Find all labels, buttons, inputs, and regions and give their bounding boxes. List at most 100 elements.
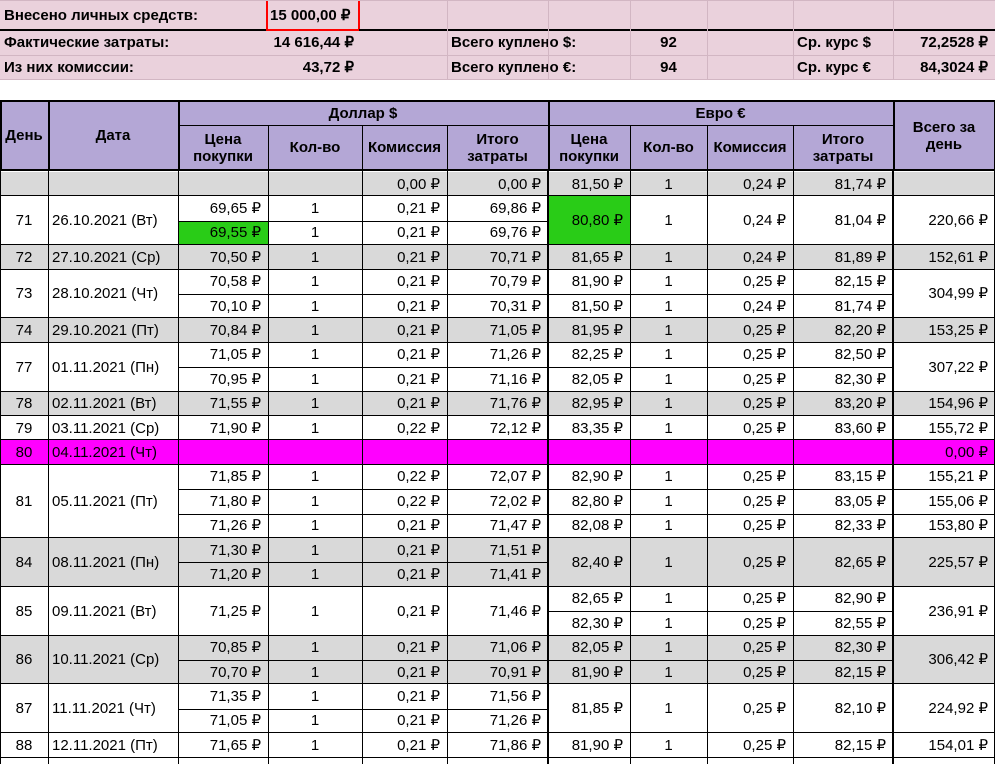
- grid-line: [447, 125, 448, 170]
- usd-commission: 0,21 ₽: [362, 684, 447, 709]
- grid-line: [362, 125, 363, 170]
- eur-price: 81,65 ₽: [548, 245, 630, 270]
- eur-qty: 1: [630, 367, 707, 392]
- grid-line: [0, 169, 995, 171]
- usd-qty: 1: [268, 220, 362, 246]
- eur-price: 82,08 ₽: [548, 513, 630, 538]
- header-day-total: Всего за день: [912, 118, 976, 153]
- grid-line: [266, 0, 268, 30]
- header-date: Дата: [95, 127, 131, 144]
- usd-qty: 1: [268, 416, 362, 441]
- eur-commission: 0,25 ₽: [707, 733, 793, 758]
- eur-commission: 0,25 ₽: [707, 538, 793, 587]
- eur-qty: 1: [630, 464, 707, 490]
- grid-line: [793, 125, 794, 170]
- eur-qty: 1: [630, 611, 707, 636]
- cell-day: 79: [0, 416, 48, 441]
- usd-total: 70,31 ₽: [447, 294, 548, 319]
- eur-rate-label: Ср. курс €: [797, 59, 871, 76]
- usd-total: 69,76 ₽: [447, 220, 548, 246]
- grid-line: [178, 294, 548, 295]
- grid-line: [178, 660, 548, 661]
- usd-price: 69,55 ₽: [178, 220, 268, 246]
- grid-line: [548, 367, 893, 368]
- cell-day-total: 0,00 ₽: [893, 440, 995, 465]
- eur-total: [793, 440, 893, 465]
- eur-qty: 1: [630, 733, 707, 758]
- usd-price: 70,10 ₽: [178, 294, 268, 319]
- eur-qty: 1: [630, 391, 707, 416]
- usd-commission: 0,22 ₽: [362, 416, 447, 441]
- cell-date: 04.11.2021 (Чт): [48, 440, 178, 465]
- eur-total: 82,15 ₽: [793, 269, 893, 294]
- eur-commission: 0,25 ₽: [707, 318, 793, 343]
- grid-line: [547, 170, 548, 764]
- usd-total: 71,41 ₽: [447, 562, 548, 587]
- grid-line: [548, 294, 893, 295]
- eur-total: 82,65 ₽: [793, 538, 893, 587]
- eur-price: 81,90 ₽: [548, 733, 630, 758]
- cell-day-total: 224,92 ₽: [893, 684, 995, 734]
- eur-commission: 0,25 ₽: [707, 464, 793, 490]
- usd-price: [178, 440, 268, 465]
- eur-qty: [630, 440, 707, 465]
- deposited-label: Внесено личных средств:: [4, 6, 199, 24]
- usd-qty: 1: [268, 635, 362, 660]
- usd-total: 71,56 ₽: [447, 684, 548, 709]
- cell-date: 03.11.2021 (Ср): [48, 416, 178, 441]
- grid-line: [48, 101, 50, 170]
- usd-total: 70,91 ₽: [447, 660, 548, 685]
- usd-qty: 1: [268, 196, 362, 221]
- header-commission: Комиссия: [713, 139, 787, 156]
- usd-price: 71,80 ₽: [178, 489, 268, 514]
- usd-commission: 0,21 ₽: [362, 538, 447, 563]
- header-day: День: [5, 127, 43, 144]
- usd-total: 70,79 ₽: [447, 269, 548, 294]
- usd-price: [178, 172, 268, 197]
- grid-line: [0, 100, 995, 102]
- usd-commission: 0,21 ₽: [362, 586, 447, 636]
- eur-qty: 1: [630, 269, 707, 294]
- usd-total: 69,86 ₽: [447, 196, 548, 221]
- header-commission: Комиссия: [367, 139, 442, 156]
- usd-qty: 1: [268, 342, 362, 368]
- usd-commission: 0,21 ₽: [362, 294, 447, 319]
- eur-price: 82,90 ₽: [548, 464, 630, 490]
- eur-price: 82,30 ₽: [548, 611, 630, 636]
- usd-commission: 0,21 ₽: [362, 342, 447, 368]
- cell-day-total: 220,66 ₽: [893, 196, 995, 246]
- eur-total: 82,10 ₽: [793, 684, 893, 734]
- cell-date: [48, 172, 178, 197]
- grid-line: [178, 489, 548, 490]
- usd-total: 71,26 ₽: [447, 708, 548, 734]
- header-total: Итого затраты: [812, 130, 874, 165]
- usd-commission: 0,21 ₽: [362, 318, 447, 343]
- eur-price: 82,05 ₽: [548, 367, 630, 392]
- usd-commission: 0,22 ₽: [362, 464, 447, 490]
- eur-commission: 0,25 ₽: [707, 391, 793, 416]
- eur-commission: 0,25 ₽: [707, 489, 793, 514]
- grid-line: [893, 514, 995, 515]
- usd-price: 71,20 ₽: [178, 562, 268, 587]
- usd-price: 70,58 ₽: [178, 269, 268, 294]
- usd-price: 70,84 ₽: [178, 318, 268, 343]
- usd-commission: 0,21 ₽: [362, 269, 447, 294]
- spacer-row: [0, 80, 995, 100]
- cell-day-total: 155,72 ₽: [893, 416, 995, 441]
- cell-day-total: 306,42 ₽: [893, 635, 995, 685]
- usd-total: 70,71 ₽: [447, 245, 548, 270]
- cell-day: 74: [0, 318, 48, 343]
- grid-line: [893, 489, 995, 490]
- cell-date: 26.10.2021 (Вт): [48, 196, 178, 246]
- eur-commission: 0,24 ₽: [707, 172, 793, 197]
- eur-bought-label: Всего куплено €:: [451, 59, 577, 76]
- grid-line: [358, 0, 360, 30]
- usd-qty: 1: [268, 538, 362, 563]
- eur-price: 82,65 ₽: [548, 586, 630, 612]
- cell-day: 80: [0, 440, 48, 465]
- usd-qty: [268, 172, 362, 197]
- grid-line: [178, 170, 179, 764]
- cell-day-total: 304,99 ₽: [893, 269, 995, 319]
- usd-price: 71,26 ₽: [178, 513, 268, 538]
- cell-date: 11.11.2021 (Чт): [48, 684, 178, 734]
